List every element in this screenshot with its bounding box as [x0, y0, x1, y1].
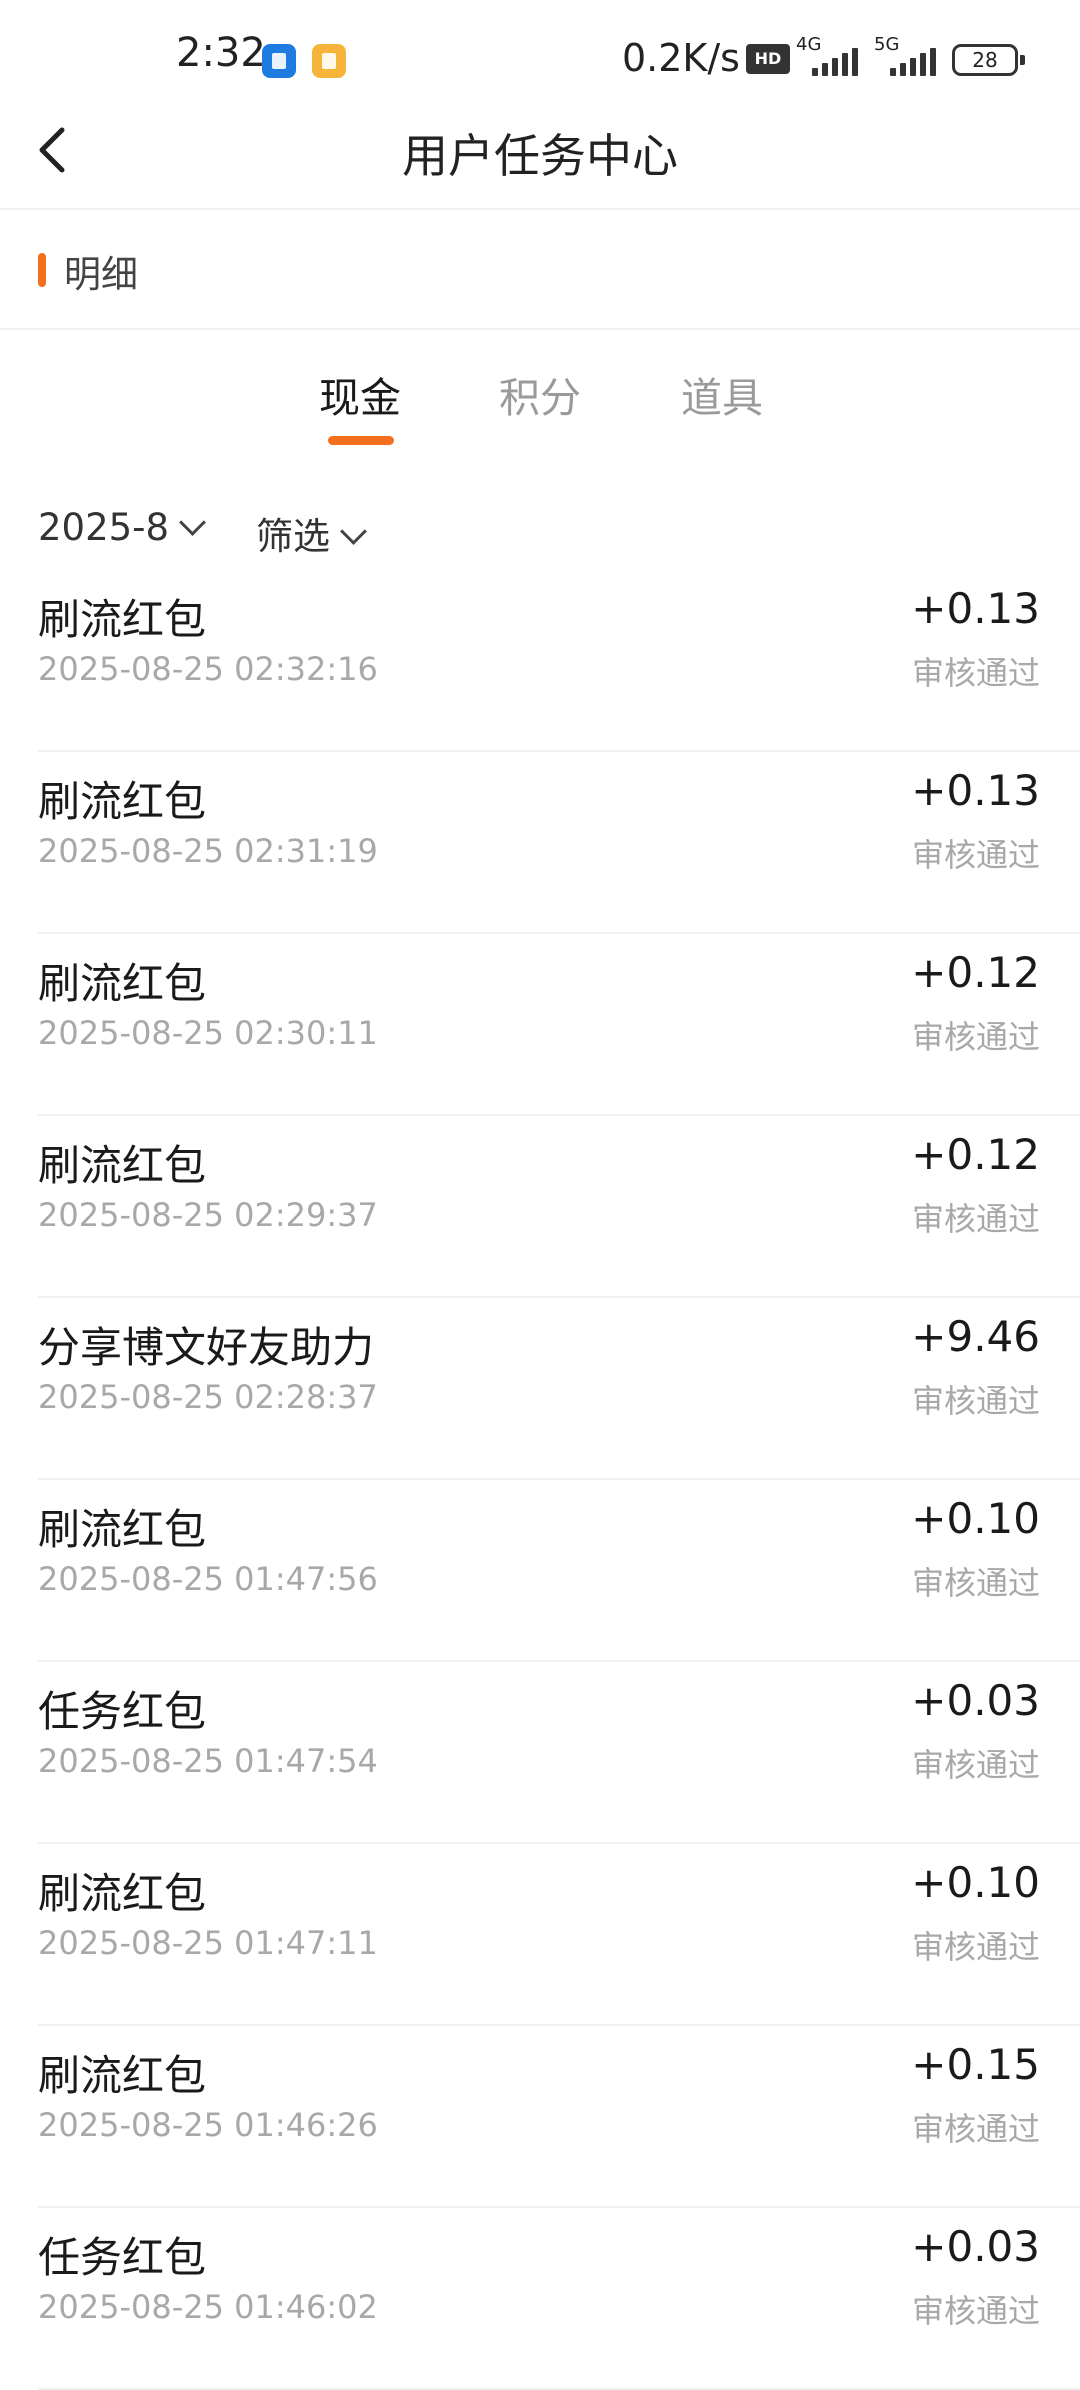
record-time: 2025-08-25 02:29:37 — [38, 1196, 378, 1234]
record-time: 2025-08-25 01:46:02 — [38, 2288, 378, 2326]
tab-indicator — [328, 436, 394, 445]
chevron-down-icon — [340, 518, 367, 545]
chevron-left-icon[interactable] — [26, 120, 86, 180]
hd-badge: HD — [746, 44, 790, 74]
record-amount: +0.12 — [911, 948, 1040, 997]
record-amount: +0.12 — [911, 1130, 1040, 1179]
list-item[interactable]: 刷流红包 2025-08-25 02:30:11 +0.12 审核通过 — [0, 934, 1080, 1116]
month-label: 2025-8 — [38, 506, 170, 549]
record-title: 任务红包 — [38, 1687, 207, 1736]
record-time: 2025-08-25 02:30:11 — [38, 1014, 378, 1052]
section-accent-bar — [38, 253, 46, 287]
tab-cash[interactable]: 现金 — [319, 364, 401, 424]
record-status: 审核通过 — [911, 1018, 1040, 1056]
records-list: 刷流红包 2025-08-25 02:32:16 +0.13 审核通过 刷流红包… — [0, 570, 1080, 2390]
month-selector[interactable]: 2025-8 — [38, 506, 206, 549]
record-amount: +0.10 — [911, 1494, 1040, 1543]
record-status: 审核通过 — [911, 1200, 1040, 1238]
record-time: 2025-08-25 02:28:37 — [38, 1378, 378, 1416]
list-item[interactable]: 任务红包 2025-08-25 01:47:54 +0.03 审核通过 — [0, 1662, 1080, 1844]
section-header: 明细 — [0, 210, 1080, 330]
tab-points[interactable]: 积分 — [499, 364, 581, 424]
record-status: 审核通过 — [911, 1382, 1040, 1420]
record-time: 2025-08-25 01:47:54 — [38, 1742, 378, 1780]
record-status: 审核通过 — [911, 1564, 1040, 1602]
page-title: 用户任务中心 — [402, 129, 678, 183]
record-amount: +9.46 — [911, 1312, 1040, 1361]
record-amount: +0.13 — [911, 766, 1040, 815]
status-bar: 2:32 0.2K/s HD 4G 5G 28 — [0, 0, 1080, 100]
record-amount: +0.03 — [911, 2222, 1040, 2271]
record-time: 2025-08-25 01:47:11 — [38, 1924, 378, 1962]
record-time: 2025-08-25 02:32:16 — [38, 650, 378, 688]
filter-label: 筛选 — [256, 515, 330, 558]
record-amount: +0.13 — [911, 584, 1040, 633]
record-amount: +0.03 — [911, 1676, 1040, 1725]
nav-bar: 用户任务中心 — [0, 100, 1080, 210]
record-title: 刷流红包 — [38, 959, 207, 1008]
record-title: 刷流红包 — [38, 595, 207, 644]
record-title: 刷流红包 — [38, 2051, 207, 2100]
record-title: 刷流红包 — [38, 777, 207, 826]
filter-bar: 2025-8 筛选 — [0, 500, 1080, 570]
record-title: 任务红包 — [38, 2233, 207, 2282]
list-item[interactable]: 分享博文好友助力 2025-08-25 02:28:37 +9.46 审核通过 — [0, 1298, 1080, 1480]
chevron-down-icon — [179, 509, 206, 536]
record-time: 2025-08-25 02:31:19 — [38, 832, 378, 870]
network-speed: 0.2K/s — [622, 36, 740, 80]
filter-button[interactable]: 筛选 — [256, 506, 367, 560]
record-status: 审核通过 — [911, 654, 1040, 692]
tab-props[interactable]: 道具 — [681, 364, 763, 424]
record-status: 审核通过 — [911, 2110, 1040, 2148]
list-item[interactable]: 刷流红包 2025-08-25 01:47:11 +0.10 审核通过 — [0, 1844, 1080, 2026]
record-status: 审核通过 — [911, 836, 1040, 874]
tab-bar: 现金 积分 道具 — [0, 356, 1080, 456]
battery-icon: 28 — [952, 44, 1025, 76]
list-item[interactable]: 刷流红包 2025-08-25 01:47:56 +0.10 审核通过 — [0, 1480, 1080, 1662]
record-title: 刷流红包 — [38, 1141, 207, 1190]
signal-icon — [812, 48, 858, 76]
record-time: 2025-08-25 01:46:26 — [38, 2106, 378, 2144]
record-status: 审核通过 — [911, 1746, 1040, 1784]
section-title: 明细 — [64, 253, 138, 296]
record-amount: +0.15 — [911, 2040, 1040, 2089]
status-time: 2:32 — [176, 30, 266, 76]
list-item[interactable]: 任务红包 2025-08-25 01:46:02 +0.03 审核通过 — [0, 2208, 1080, 2390]
record-title: 刷流红包 — [38, 1505, 207, 1554]
record-status: 审核通过 — [911, 2292, 1040, 2330]
signal-icon-2 — [890, 48, 936, 76]
list-item[interactable]: 刷流红包 2025-08-25 02:29:37 +0.12 审核通过 — [0, 1116, 1080, 1298]
record-status: 审核通过 — [911, 1928, 1040, 1966]
record-time: 2025-08-25 01:47:56 — [38, 1560, 378, 1598]
record-title: 刷流红包 — [38, 1869, 207, 1918]
list-item[interactable]: 刷流红包 2025-08-25 02:31:19 +0.13 审核通过 — [0, 752, 1080, 934]
app-notification-icon — [262, 44, 296, 78]
list-item[interactable]: 刷流红包 2025-08-25 02:32:16 +0.13 审核通过 — [0, 570, 1080, 752]
gallery-notification-icon — [312, 44, 346, 78]
record-amount: +0.10 — [911, 1858, 1040, 1907]
list-item[interactable]: 刷流红包 2025-08-25 01:46:26 +0.15 审核通过 — [0, 2026, 1080, 2208]
record-title: 分享博文好友助力 — [38, 1323, 375, 1372]
